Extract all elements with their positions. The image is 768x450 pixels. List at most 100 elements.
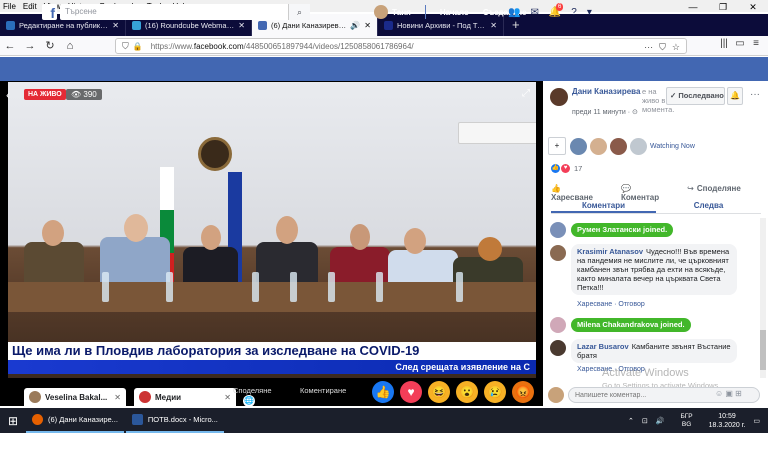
love-reaction-icon[interactable]: ♥ [400, 381, 422, 403]
add-friend-icon[interactable]: + [548, 137, 566, 155]
taskbar-label: ПОТВ.docx - Micro... [147, 415, 218, 424]
speaker-icon[interactable]: 🔊 [350, 21, 360, 30]
composer-icons[interactable]: ☺ ▣ ⊞ [715, 389, 742, 398]
wordpress-icon [6, 20, 15, 30]
tray-overflow-icon[interactable]: ⌃ [628, 417, 634, 425]
help-icon[interactable]: ? [571, 7, 577, 18]
shield-icon[interactable]: ⛉ [122, 41, 129, 52]
menu-edit[interactable]: Edit [23, 2, 37, 11]
facebook-header [0, 57, 768, 81]
menu-file[interactable]: File [3, 2, 16, 11]
scrollbar-thumb[interactable] [760, 330, 766, 370]
tab-comments[interactable]: Коментари [551, 198, 656, 213]
bookmark-star-icon[interactable]: ☆ [672, 42, 680, 53]
wow-reaction-icon[interactable]: 😮 [456, 381, 478, 403]
page-actions-icon[interactable]: ··· [644, 42, 653, 52]
facebook-logo-icon[interactable]: f [42, 4, 57, 21]
water-bottle [252, 272, 259, 302]
haha-reaction-icon[interactable]: 😆 [428, 381, 450, 403]
fullscreen-icon[interactable]: ⤢ [522, 88, 530, 99]
close-icon[interactable]: ✕ [364, 21, 371, 30]
chat-tab-veselina[interactable]: Veselina Bakal... ✕ [24, 388, 126, 406]
friend-requests-icon[interactable]: 👥 [508, 7, 520, 18]
angry-reaction-icon[interactable]: 😡 [512, 381, 534, 403]
author-avatar[interactable] [550, 88, 568, 106]
language-indicator[interactable]: БГР BG [673, 413, 693, 429]
share-label[interactable]: Споделяне [233, 386, 272, 395]
user-avatar[interactable] [374, 5, 388, 19]
like-icon: 👍 [551, 164, 560, 173]
comment-bubble: Krasimir Atanasov Чудесно!!! Във времена … [571, 244, 737, 295]
activate-windows-watermark: Activate Windows [602, 367, 689, 379]
close-icon[interactable]: ✕ [112, 21, 119, 30]
comment-like-link[interactable]: Харесване [577, 301, 612, 308]
hamburger-menu-icon[interactable]: ≡ [748, 38, 764, 49]
video-back-icon[interactable]: ‹ [6, 88, 10, 102]
comment-author[interactable]: Lazar Busarov [577, 342, 629, 351]
clock[interactable]: 10:59 18.3.2020 г. [701, 412, 746, 430]
bell-icon[interactable]: 🔔 [727, 87, 743, 105]
back-button[interactable]: ← [0, 40, 20, 52]
reaction-summary[interactable]: 👍 ♥ 17 [551, 164, 582, 173]
comment-label[interactable]: Коментиране [300, 386, 346, 395]
close-icon[interactable]: ✕ [238, 21, 245, 30]
author-name[interactable]: Дани Каназирева [572, 87, 640, 96]
live-video[interactable] [8, 82, 536, 378]
close-icon[interactable]: ✕ [114, 393, 121, 402]
watching-now-label[interactable]: Watching Now [650, 143, 695, 150]
close-icon[interactable]: ✕ [224, 393, 231, 402]
lock-icon[interactable]: 🔒 [133, 42, 143, 51]
url-bar[interactable]: ⛉ 🔒 https://www.facebook.com/44850065189… [115, 38, 687, 54]
viewer-avatar[interactable] [570, 137, 587, 155]
like-reaction-icon[interactable]: 👍 [372, 381, 394, 403]
avatar[interactable] [550, 245, 566, 261]
sad-reaction-icon[interactable]: 😢 [484, 381, 506, 403]
tab-following[interactable]: Следва [656, 198, 761, 213]
profile-link[interactable]: Тaня [392, 8, 411, 17]
pocket-icon[interactable]: ⛉ [659, 42, 666, 53]
taskbar-word[interactable]: ПОТВ.docx - Micro... [125, 408, 224, 433]
home-link[interactable]: Начало [440, 8, 469, 17]
sidebar-icon[interactable]: ▭ [732, 38, 748, 49]
water-bottle [102, 272, 109, 302]
more-options-icon[interactable]: ··· [750, 89, 760, 100]
messenger-icon[interactable]: ✉ [530, 7, 538, 18]
chat-name: Медии [155, 392, 182, 402]
search-icon[interactable]: ⌕ [288, 4, 310, 20]
avatar[interactable] [550, 317, 566, 333]
viewer-avatar[interactable] [610, 137, 627, 155]
restore-button[interactable]: ❐ [708, 0, 738, 14]
water-bottle [456, 272, 463, 302]
avatar [139, 391, 151, 403]
thumbs-up-icon: 👍 [551, 184, 561, 193]
minimize-button[interactable]: — [678, 0, 708, 14]
comment-reply-link[interactable]: Отговор [618, 301, 644, 308]
chat-tab-media[interactable]: Медии ✕ [134, 388, 236, 406]
home-button[interactable]: ⌂ [60, 40, 80, 52]
library-icon[interactable]: ||| [716, 38, 732, 49]
facebook-header-icons: 👥 ✉ 🔔 ? ▾ [508, 0, 602, 24]
tab-title: (6) Дани Каназирева - Нач [271, 20, 346, 30]
following-button[interactable]: ✓ Последвано [666, 87, 725, 105]
network-icon[interactable]: ⊡ [642, 417, 648, 425]
taskbar-firefox[interactable]: (6) Дани Каназире... [26, 408, 124, 433]
account-dropdown-icon[interactable]: ▾ [587, 7, 592, 18]
close-window-button[interactable]: ✕ [738, 0, 768, 14]
url-actions: ··· ⛉ ☆ [638, 39, 680, 55]
language-sub: BG [681, 420, 692, 428]
avatar[interactable] [550, 340, 566, 356]
share-icon: ↪ [687, 184, 694, 193]
windows-start-icon[interactable]: ⊞ [0, 414, 26, 428]
forward-button[interactable]: → [20, 40, 40, 52]
joined-notice: Milena Chakandrakova joined. [571, 318, 691, 332]
action-center-icon[interactable]: ▭ [753, 417, 760, 425]
avatar[interactable] [550, 222, 566, 238]
post-time[interactable]: преди 11 минути · ⊙ [572, 108, 638, 116]
love-icon: ♥ [561, 164, 570, 173]
reload-button[interactable]: ↻ [40, 39, 60, 52]
facebook-search-input[interactable]: Търсене ⌕ [60, 4, 310, 20]
viewer-avatar[interactable] [630, 137, 647, 155]
viewer-avatar[interactable] [590, 137, 607, 155]
volume-icon[interactable]: 🔊 [656, 417, 665, 425]
comment-author[interactable]: Krasimir Atanasov [577, 247, 643, 256]
